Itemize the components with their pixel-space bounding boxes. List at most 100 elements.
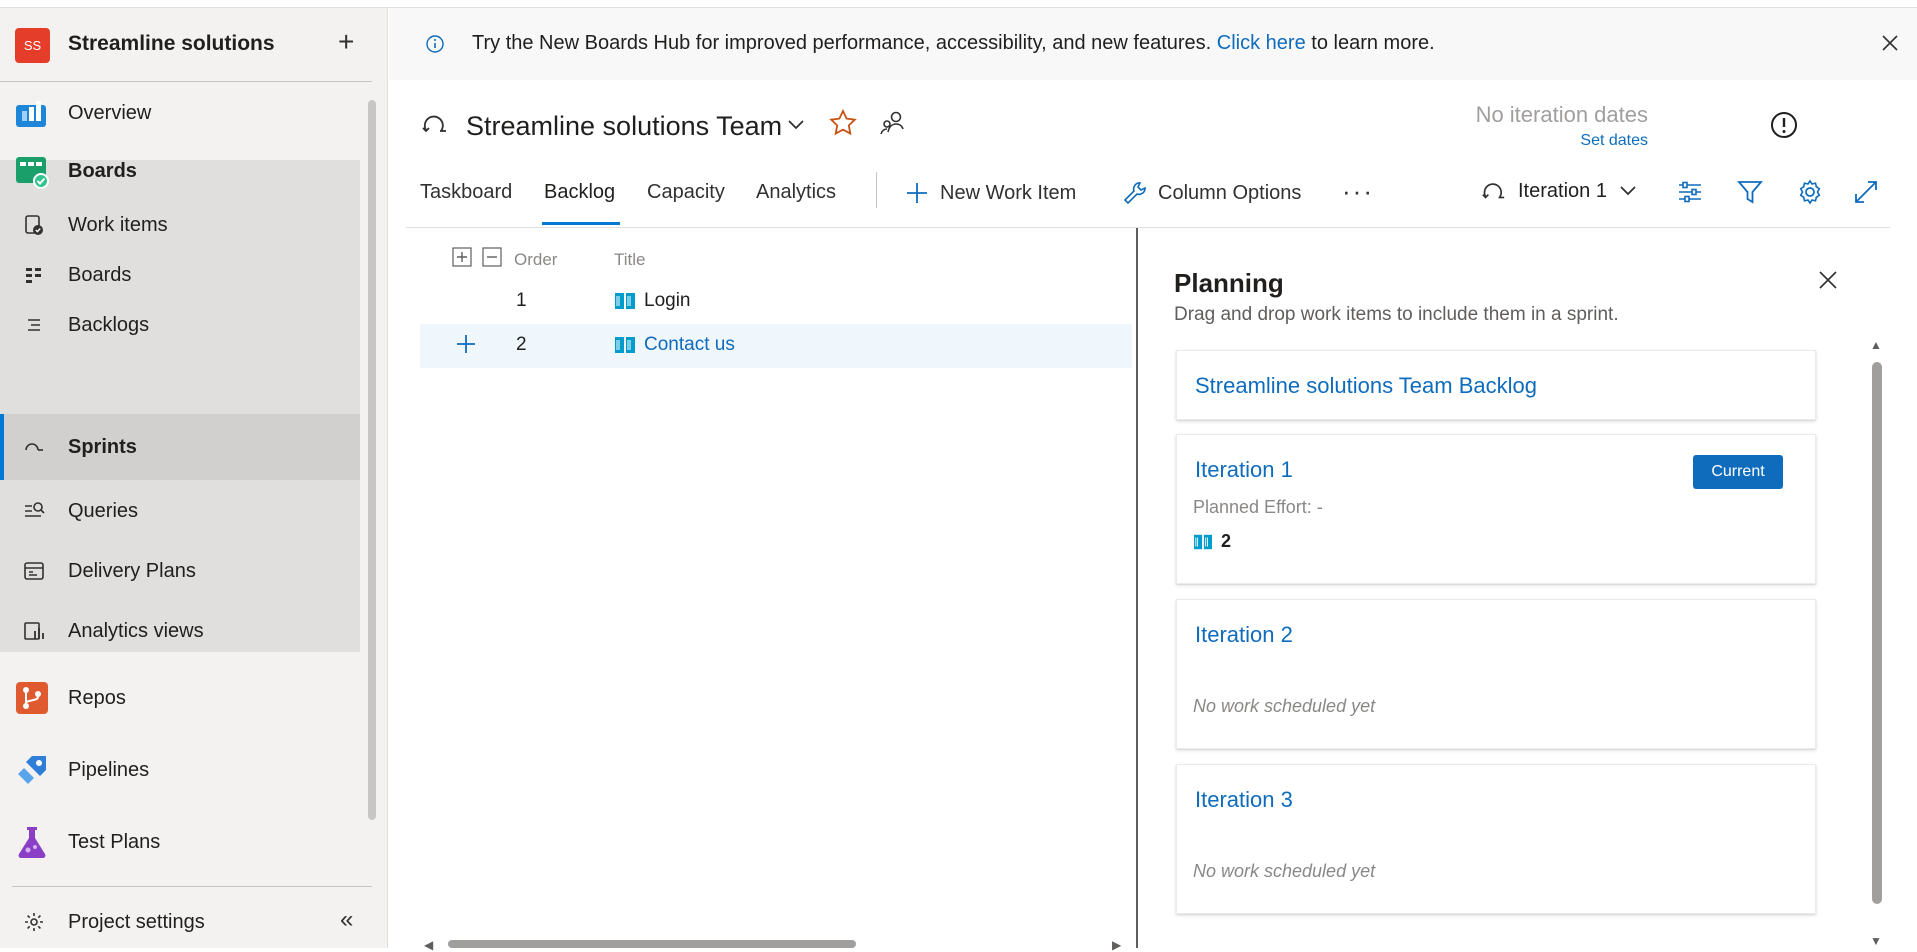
scroll-right-icon[interactable]: ▶ (1112, 938, 1121, 952)
iteration-card[interactable]: Iteration 3 No work scheduled yet (1176, 764, 1816, 914)
iteration-picker[interactable]: Iteration 1 (1480, 178, 1651, 204)
active-tab-indicator (542, 222, 620, 225)
column-options-button[interactable]: Column Options (1122, 178, 1301, 208)
more-options-icon[interactable]: ··· (1342, 176, 1374, 207)
sidebar-item-backlogs[interactable]: Backlogs (0, 302, 360, 348)
filter-icon[interactable] (1736, 178, 1764, 206)
settings-gear-icon[interactable] (1796, 178, 1824, 206)
overview-icon (16, 101, 46, 127)
sidebar-item-overview[interactable]: Overview (0, 84, 360, 142)
work-items-icon (25, 215, 43, 235)
sidebar-item-boards[interactable]: Boards (0, 140, 360, 202)
iteration-card-title[interactable]: Iteration 1 (1195, 457, 1293, 483)
table-row[interactable]: 2 Contact us (420, 324, 1132, 368)
sidebar-item-project-settings[interactable]: Project settings (0, 902, 360, 942)
scroll-down-icon[interactable]: ▼ (1870, 934, 1882, 948)
banner-suffix: to learn more. (1311, 32, 1435, 54)
collapse-all-icon[interactable] (482, 247, 502, 267)
sidebar-item-queries[interactable]: Queries (0, 486, 360, 536)
sidebar-item-boards-sub[interactable]: Boards (0, 252, 360, 298)
star-icon[interactable] (828, 108, 858, 138)
chevron-down-icon (1620, 186, 1636, 196)
alert-icon[interactable] (1770, 111, 1798, 139)
backlog-card[interactable]: Streamline solutions Team Backlog (1176, 350, 1816, 420)
new-work-item-button[interactable]: New Work Item (904, 178, 1076, 208)
expand-all-icon[interactable] (452, 247, 472, 267)
iteration-picker-label: Iteration 1 (1518, 179, 1607, 202)
row-title[interactable]: Contact us (644, 334, 735, 356)
iteration-card-title[interactable]: Iteration 2 (1195, 622, 1293, 648)
table-row[interactable]: 1 Login (420, 280, 1132, 324)
current-badge: Current (1693, 455, 1783, 489)
new-work-item-label: New Work Item (940, 181, 1077, 204)
org-header: SS Streamline solutions + (0, 8, 372, 82)
column-header-order[interactable]: Order (514, 250, 557, 270)
gear-icon (25, 913, 43, 931)
planning-title: Planning (1174, 268, 1284, 298)
header-divider (406, 227, 1890, 228)
org-name[interactable]: Streamline solutions (68, 32, 275, 56)
fullscreen-icon[interactable] (1852, 178, 1880, 206)
sidebar-scrollbar[interactable] (368, 100, 376, 820)
team-title[interactable]: Streamline solutions Team (466, 111, 782, 142)
sidebar-item-analytics-views[interactable]: Analytics views (0, 606, 360, 656)
row-order: 2 (516, 334, 527, 355)
chevron-down-icon[interactable] (786, 118, 806, 132)
column-header-title[interactable]: Title (614, 250, 646, 270)
planned-effort: Planned Effort: - (1193, 497, 1323, 517)
sidebar-item-label: Repos (68, 686, 126, 709)
sidebar-item-label: Backlogs (68, 313, 150, 336)
org-avatar[interactable]: SS (15, 28, 50, 63)
sidebar-item-label: Analytics views (68, 619, 204, 642)
view-options-icon[interactable] (1676, 178, 1704, 206)
pane-splitter[interactable] (1136, 228, 1138, 948)
tab-backlog[interactable]: Backlog (544, 181, 615, 204)
analytics-views-icon (24, 622, 44, 640)
sidebar-item-label: Delivery Plans (68, 559, 196, 582)
tab-taskboard[interactable]: Taskboard (420, 181, 512, 204)
horizontal-scrollbar[interactable] (448, 940, 856, 948)
row-order: 1 (516, 290, 527, 311)
scroll-left-icon[interactable]: ◀ (424, 938, 433, 952)
test-plans-icon (18, 827, 46, 858)
user-story-icon (615, 293, 635, 309)
add-project-icon[interactable]: + (338, 26, 354, 58)
sidebar-item-repos[interactable]: Repos (0, 668, 360, 728)
sidebar-item-test-plans[interactable]: Test Plans (0, 812, 360, 872)
sidebar-item-label: Queries (68, 499, 139, 522)
sidebar-item-label: Project settings (68, 910, 205, 933)
planning-subtitle: Drag and drop work items to include them… (1174, 304, 1619, 325)
team-members-icon[interactable] (878, 108, 908, 138)
set-dates-link[interactable]: Set dates (1540, 132, 1648, 150)
work-item-count-value: 2 (1221, 531, 1232, 551)
sidebar-item-pipelines[interactable]: Pipelines (0, 740, 360, 800)
user-story-icon (1194, 534, 1212, 549)
top-strip (0, 0, 1917, 8)
collapse-sidebar-icon[interactable]: « (340, 906, 353, 934)
sidebar-divider (12, 886, 372, 887)
sidebar-item-delivery-plans[interactable]: Delivery Plans (0, 546, 360, 596)
sidebar-item-work-items[interactable]: Work items (0, 202, 360, 248)
info-banner: Try the New Boards Hub for improved perf… (389, 8, 1917, 80)
planning-scrollbar[interactable] (1872, 362, 1882, 904)
plus-icon (907, 183, 927, 203)
banner-link[interactable]: Click here (1217, 32, 1306, 54)
sidebar-item-label: Test Plans (68, 830, 161, 853)
repos-icon (16, 682, 48, 714)
tab-capacity[interactable]: Capacity (647, 181, 725, 204)
info-icon (426, 35, 444, 53)
iteration-card-title[interactable]: Iteration 3 (1195, 787, 1293, 813)
sidebar-item-label: Pipelines (68, 758, 150, 781)
close-icon[interactable] (1877, 30, 1903, 56)
iteration-card[interactable]: Iteration 2 No work scheduled yet (1176, 599, 1816, 749)
iteration-card[interactable]: Iteration 1 Current Planned Effort: - 2 (1176, 434, 1816, 584)
add-child-icon[interactable] (454, 332, 478, 356)
close-icon[interactable] (1816, 268, 1840, 292)
tab-analytics[interactable]: Analytics (756, 181, 836, 204)
sidebar-item-sprints[interactable]: Sprints (0, 414, 360, 480)
row-title[interactable]: Login (644, 290, 691, 312)
backlog-card-title[interactable]: Streamline solutions Team Backlog (1195, 373, 1537, 399)
sprint-icon (1482, 183, 1505, 199)
scroll-up-icon[interactable]: ▲ (1870, 338, 1882, 352)
work-item-count: 2 (1193, 531, 1231, 552)
